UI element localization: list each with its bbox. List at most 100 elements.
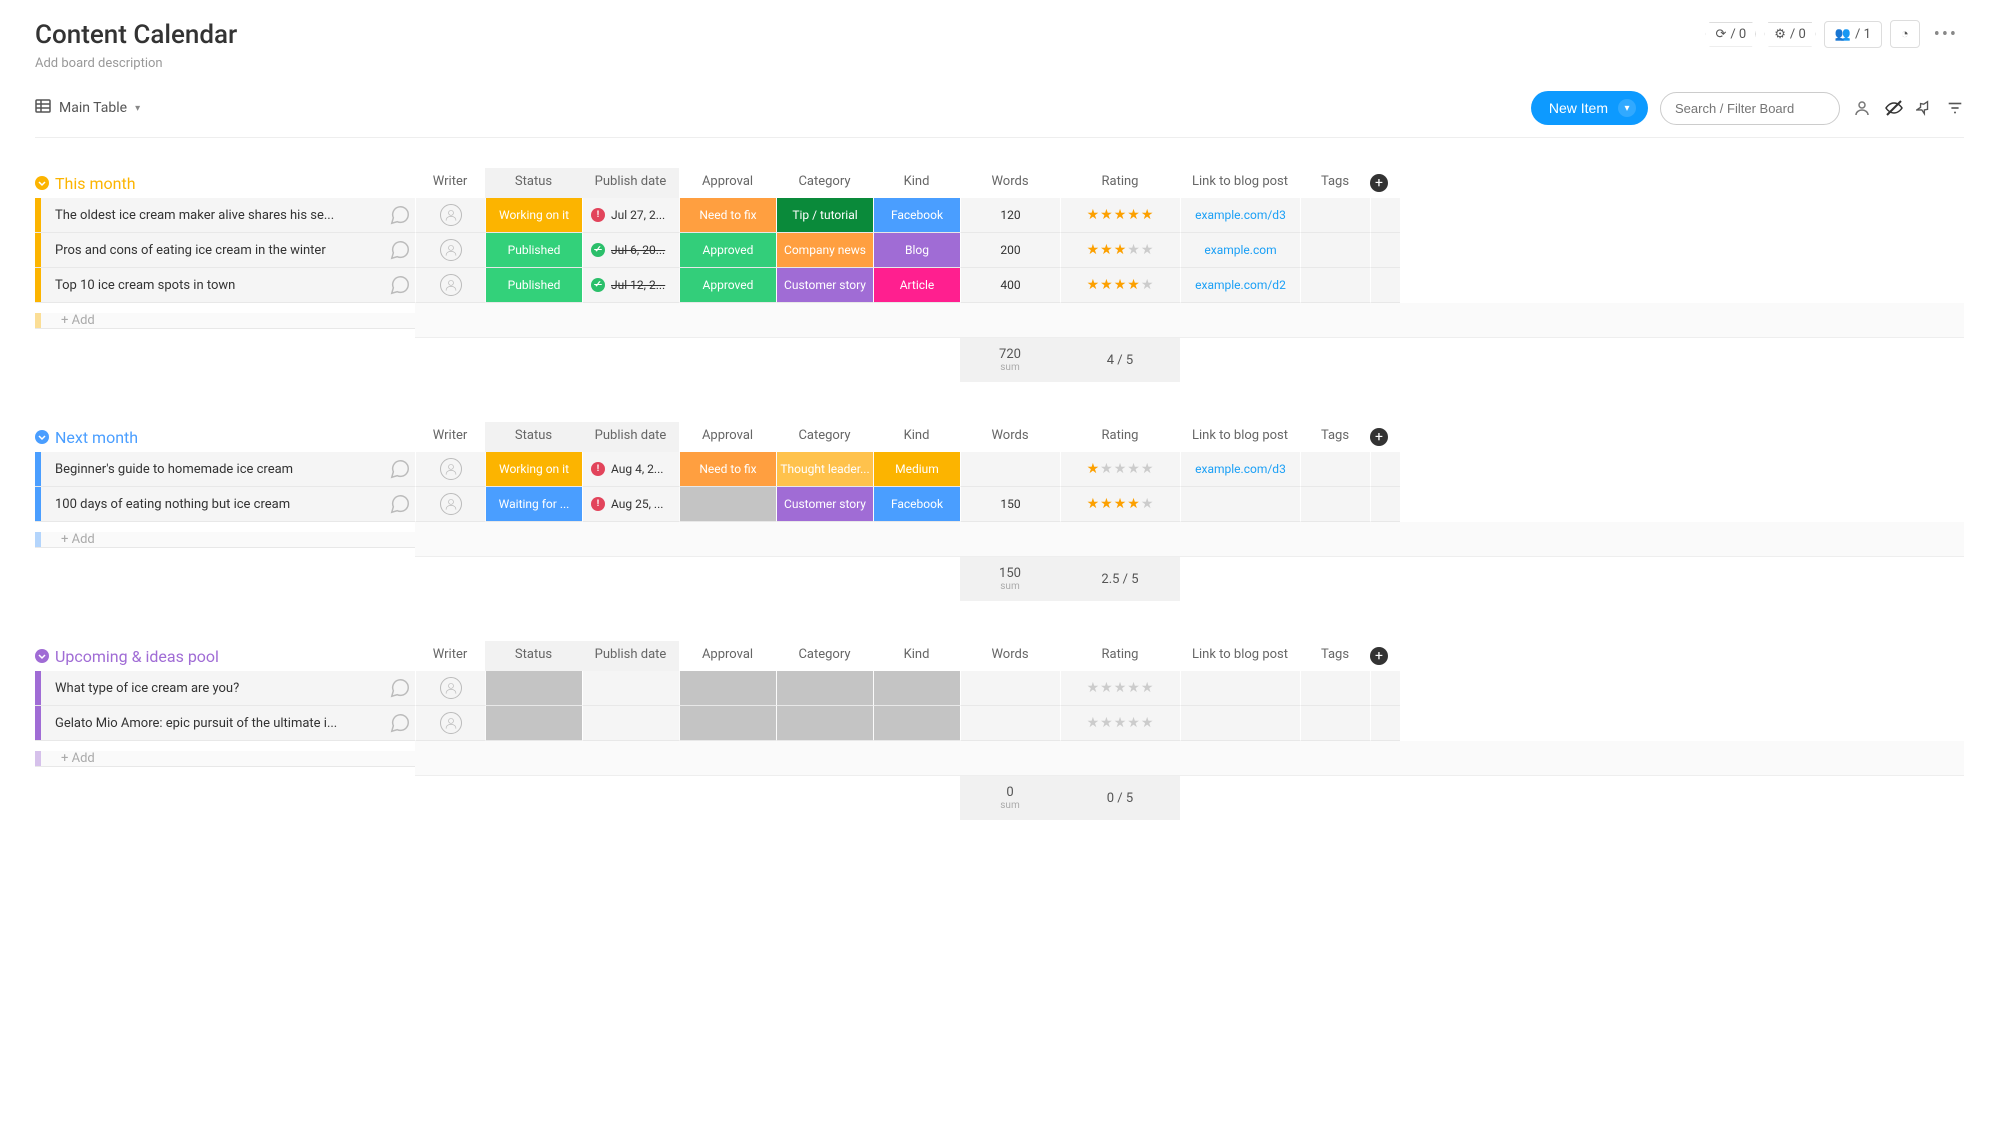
chat-icon[interactable] <box>385 204 415 226</box>
link-cell[interactable]: example.com/d2 <box>1180 268 1300 303</box>
column-header-writer[interactable]: Writer <box>415 422 485 452</box>
column-header-tags[interactable]: Tags <box>1300 641 1370 671</box>
words-cell[interactable]: 150 <box>960 487 1060 522</box>
group-collapse-toggle[interactable] <box>35 176 49 190</box>
category-cell[interactable]: Thought leader... <box>776 452 873 487</box>
writer-cell[interactable] <box>415 487 485 522</box>
column-header-tags[interactable]: Tags <box>1300 168 1370 198</box>
tags-cell[interactable] <box>1300 233 1370 268</box>
item-name[interactable]: The oldest ice cream maker alive shares … <box>41 208 385 223</box>
column-header-words[interactable]: Words <box>960 422 1060 452</box>
rating-cell[interactable]: ★★★★★ <box>1060 452 1180 487</box>
column-header-publish[interactable]: Publish date <box>582 422 679 452</box>
chat-icon[interactable] <box>385 712 415 734</box>
words-cell[interactable]: 400 <box>960 268 1060 303</box>
group-title[interactable]: This month <box>55 174 136 193</box>
category-cell[interactable]: Customer story <box>776 487 873 522</box>
item-name[interactable]: 100 days of eating nothing but ice cream <box>41 497 385 512</box>
publish-date-cell[interactable]: ✓Jul 6, 20... <box>582 233 679 268</box>
publish-date-cell[interactable]: !Jul 27, 2... <box>582 198 679 233</box>
column-header-tags[interactable]: Tags <box>1300 422 1370 452</box>
column-header-category[interactable]: Category <box>776 168 873 198</box>
item-name[interactable]: Top 10 ice cream spots in town <box>41 278 385 293</box>
link-cell[interactable]: example.com/d3 <box>1180 452 1300 487</box>
column-header-approval[interactable]: Approval <box>679 641 776 671</box>
words-cell[interactable] <box>960 706 1060 741</box>
column-header-link[interactable]: Link to blog post <box>1180 168 1300 198</box>
item-name[interactable]: What type of ice cream are you? <box>41 681 385 696</box>
add-column-button[interactable]: + <box>1370 422 1400 452</box>
kind-cell[interactable]: Medium <box>873 452 960 487</box>
column-header-publish[interactable]: Publish date <box>582 641 679 671</box>
column-header-rating[interactable]: Rating <box>1060 422 1180 452</box>
publish-date-cell[interactable] <box>582 706 679 741</box>
item-name[interactable]: Beginner's guide to homemade ice cream <box>41 462 385 477</box>
group-collapse-toggle[interactable] <box>35 649 49 663</box>
column-header-writer[interactable]: Writer <box>415 641 485 671</box>
table-row[interactable]: Pros and cons of eating ice cream in the… <box>35 233 1964 268</box>
column-header-status[interactable]: Status <box>485 422 582 452</box>
column-header-link[interactable]: Link to blog post <box>1180 641 1300 671</box>
category-cell[interactable] <box>776 671 873 706</box>
category-cell[interactable]: Tip / tutorial <box>776 198 873 233</box>
chat-icon[interactable] <box>385 677 415 699</box>
words-cell[interactable]: 120 <box>960 198 1060 233</box>
rating-cell[interactable]: ★★★★★ <box>1060 198 1180 233</box>
column-header-status[interactable]: Status <box>485 168 582 198</box>
writer-cell[interactable] <box>415 233 485 268</box>
column-header-kind[interactable]: Kind <box>873 168 960 198</box>
link-cell[interactable]: example.com/d3 <box>1180 198 1300 233</box>
column-header-category[interactable]: Category <box>776 422 873 452</box>
rating-cell[interactable]: ★★★★★ <box>1060 671 1180 706</box>
column-header-rating[interactable]: Rating <box>1060 168 1180 198</box>
group-title[interactable]: Next month <box>55 428 138 447</box>
new-item-button[interactable]: New Item ▾ <box>1531 91 1648 125</box>
writer-cell[interactable] <box>415 268 485 303</box>
column-header-words[interactable]: Words <box>960 168 1060 198</box>
approval-cell[interactable]: Approved <box>679 268 776 303</box>
automations-badge[interactable]: ⚙/ 0 <box>1764 22 1816 47</box>
table-row[interactable]: 100 days of eating nothing but ice cream… <box>35 487 1964 522</box>
status-cell[interactable]: Working on it <box>485 198 582 233</box>
activity-badge[interactable]: ◔ <box>1890 20 1920 48</box>
rating-cell[interactable]: ★★★★★ <box>1060 487 1180 522</box>
approval-cell[interactable] <box>679 487 776 522</box>
column-header-publish[interactable]: Publish date <box>582 168 679 198</box>
words-cell[interactable] <box>960 671 1060 706</box>
approval-cell[interactable]: Need to fix <box>679 452 776 487</box>
view-switcher[interactable]: Main Table ▾ <box>35 98 140 118</box>
link-cell[interactable] <box>1180 487 1300 522</box>
hide-icon[interactable] <box>1884 98 1904 118</box>
status-cell[interactable]: Working on it <box>485 452 582 487</box>
status-cell[interactable]: Waiting for ... <box>485 487 582 522</box>
kind-cell[interactable] <box>873 706 960 741</box>
chat-icon[interactable] <box>385 239 415 261</box>
column-header-approval[interactable]: Approval <box>679 168 776 198</box>
status-cell[interactable] <box>485 671 582 706</box>
tags-cell[interactable] <box>1300 268 1370 303</box>
board-description[interactable]: Add board description <box>35 56 237 71</box>
writer-cell[interactable] <box>415 671 485 706</box>
table-row[interactable]: What type of ice cream are you? ★★★★★ <box>35 671 1964 706</box>
column-header-kind[interactable]: Kind <box>873 422 960 452</box>
column-header-approval[interactable]: Approval <box>679 422 776 452</box>
filter-icon[interactable] <box>1946 99 1964 117</box>
tags-cell[interactable] <box>1300 671 1370 706</box>
approval-cell[interactable]: Need to fix <box>679 198 776 233</box>
rating-cell[interactable]: ★★★★★ <box>1060 233 1180 268</box>
column-header-status[interactable]: Status <box>485 641 582 671</box>
status-cell[interactable] <box>485 706 582 741</box>
group-collapse-toggle[interactable] <box>35 430 49 444</box>
more-menu-icon[interactable]: ••• <box>1928 24 1964 45</box>
approval-cell[interactable] <box>679 671 776 706</box>
members-badge[interactable]: 👥/ 1 <box>1824 21 1882 48</box>
tags-cell[interactable] <box>1300 706 1370 741</box>
column-header-kind[interactable]: Kind <box>873 641 960 671</box>
publish-date-cell[interactable]: ✓Jul 12, 2... <box>582 268 679 303</box>
add-item-row[interactable]: + Add <box>35 741 1964 776</box>
category-cell[interactable]: Company news <box>776 233 873 268</box>
person-filter-icon[interactable] <box>1852 98 1872 118</box>
group-title[interactable]: Upcoming & ideas pool <box>55 647 219 666</box>
status-cell[interactable]: Published <box>485 268 582 303</box>
tags-cell[interactable] <box>1300 198 1370 233</box>
